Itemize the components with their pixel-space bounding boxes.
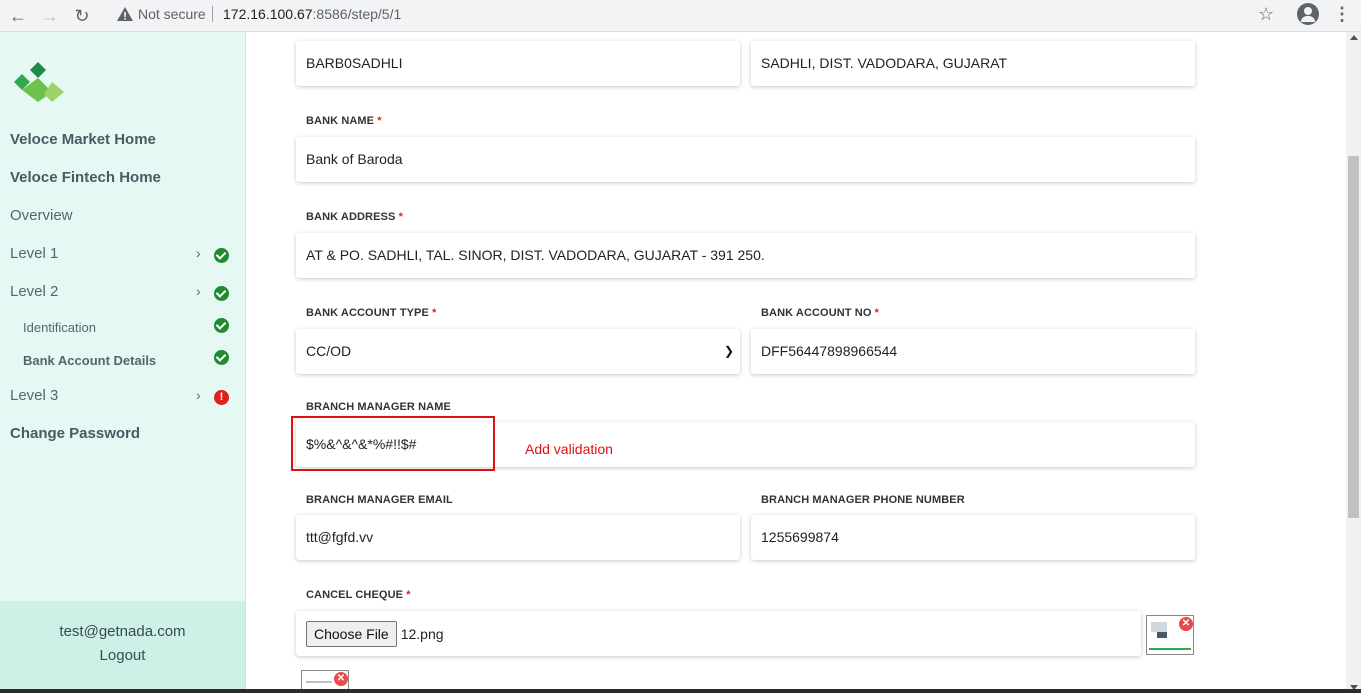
sidebar-subitem-identification[interactable]: Identification (23, 320, 96, 335)
sidebar-item-fintech-home[interactable]: Veloce Fintech Home (10, 169, 161, 186)
chevron-right-icon[interactable]: › (196, 283, 201, 299)
account-icon[interactable] (1297, 3, 1319, 25)
bank-name-label-text: BANK NAME (306, 115, 375, 127)
user-email: test@getnada.com (59, 623, 186, 640)
url-text: 172.16.100.67:8586/step/5/1 (223, 6, 401, 22)
omnibox-divider (212, 6, 213, 22)
bookmark-star-icon[interactable]: ☆ (1258, 4, 1274, 25)
browser-toolbar: ← → ↻ Not secure 172.16.100.67:8586/step… (0, 0, 1361, 32)
sidebar-footer: test@getnada.com Logout (0, 601, 245, 693)
account-no-field[interactable]: DFF56447898966544 (751, 329, 1195, 374)
check-circle-icon (214, 248, 229, 263)
page-scrollbar[interactable] (1346, 32, 1361, 693)
highlight-annotation-box (291, 416, 495, 471)
sidebar-item-change-password[interactable]: Change Password (10, 425, 140, 442)
account-no-label: BANK ACCOUNT NO * (761, 307, 879, 319)
bank-name-label: BANK NAME * (306, 115, 382, 127)
check-circle-icon (214, 286, 229, 301)
url-path: :8586/step/5/1 (312, 6, 402, 22)
warning-icon (117, 7, 133, 21)
account-no-label-text: BANK ACCOUNT NO (761, 307, 872, 319)
account-type-label-text: BANK ACCOUNT TYPE (306, 307, 429, 319)
required-marker: * (432, 307, 437, 319)
error-alert-icon: ! (214, 390, 229, 405)
bank-address-label: BANK ADDRESS * (306, 211, 403, 223)
scroll-up-arrow-icon[interactable] (1350, 35, 1358, 40)
file-name: 12.png (400, 626, 444, 642)
manager-phone-field[interactable]: 1255699874 (751, 515, 1195, 560)
url-host: 172.16.100.67 (223, 6, 313, 22)
manager-phone-label: BRANCH MANAGER PHONE NUMBER (761, 494, 965, 506)
sidebar-item-overview[interactable]: Overview (10, 207, 73, 224)
chevron-right-icon[interactable]: › (196, 245, 201, 261)
ifsc-field[interactable]: BARB0SADHLI (296, 41, 740, 86)
sidebar-item-level-3[interactable]: Level 3 (10, 387, 58, 404)
address-bar[interactable]: Not secure 172.16.100.67:8586/step/5/1 (104, 0, 1284, 28)
required-marker: * (398, 211, 403, 223)
choose-file-button[interactable]: Choose File (306, 621, 397, 647)
bank-name-field[interactable]: Bank of Baroda (296, 137, 1195, 182)
required-marker: * (406, 589, 411, 601)
chevron-down-icon: ❯ (723, 344, 734, 358)
security-label: Not secure (138, 6, 206, 22)
manager-name-label: BRANCH MANAGER NAME (306, 401, 451, 413)
remove-image-icon[interactable]: ✕ (334, 672, 348, 686)
bank-details-form: BARB0SADHLI SADHLI, DIST. VADODARA, GUJA… (246, 32, 1346, 693)
manager-email-field[interactable]: ttt@fgfd.vv (296, 515, 740, 560)
chevron-right-icon[interactable]: › (196, 387, 201, 403)
check-circle-icon (214, 318, 229, 333)
os-taskbar-edge (0, 689, 1361, 693)
check-circle-icon (214, 350, 229, 365)
sidebar-subitem-bank-account-details[interactable]: Bank Account Details (23, 353, 156, 368)
back-arrow-icon[interactable]: ← (6, 4, 30, 28)
manager-email-label: BRANCH MANAGER EMAIL (306, 494, 453, 506)
account-type-label: BANK ACCOUNT TYPE * (306, 307, 436, 319)
branch-field[interactable]: SADHLI, DIST. VADODARA, GUJARAT (751, 41, 1195, 86)
cancel-cheque-label: CANCEL CHEQUE * (306, 589, 411, 601)
sidebar-item-level-2[interactable]: Level 2 (10, 283, 58, 300)
scroll-thumb[interactable] (1348, 156, 1359, 518)
annotation-text: Add validation (525, 441, 613, 457)
bank-address-label-text: BANK ADDRESS (306, 211, 396, 223)
required-marker: * (874, 307, 880, 319)
logo-icon (14, 62, 64, 102)
required-marker: * (377, 115, 382, 127)
cancel-cheque-label-text: CANCEL CHEQUE (306, 589, 404, 601)
sidebar: Veloce Market Home Veloce Fintech Home O… (0, 32, 246, 693)
bank-address-field[interactable]: AT & PO. SADHLI, TAL. SINOR, DIST. VADOD… (296, 233, 1195, 278)
cancel-cheque-file-input[interactable]: Choose File 12.png (296, 611, 1141, 656)
logout-link[interactable]: Logout (0, 647, 245, 664)
remove-image-icon[interactable]: ✕ (1179, 617, 1193, 631)
sidebar-item-level-1[interactable]: Level 1 (10, 245, 58, 262)
account-type-value: CC/OD (306, 343, 352, 359)
reload-icon[interactable]: ↻ (70, 4, 94, 28)
sidebar-item-market-home[interactable]: Veloce Market Home (10, 131, 156, 148)
account-type-select[interactable]: CC/OD ❯ (296, 329, 740, 374)
forward-arrow-icon[interactable]: → (38, 4, 62, 28)
menu-kebab-icon[interactable]: ⋮ (1333, 4, 1351, 25)
